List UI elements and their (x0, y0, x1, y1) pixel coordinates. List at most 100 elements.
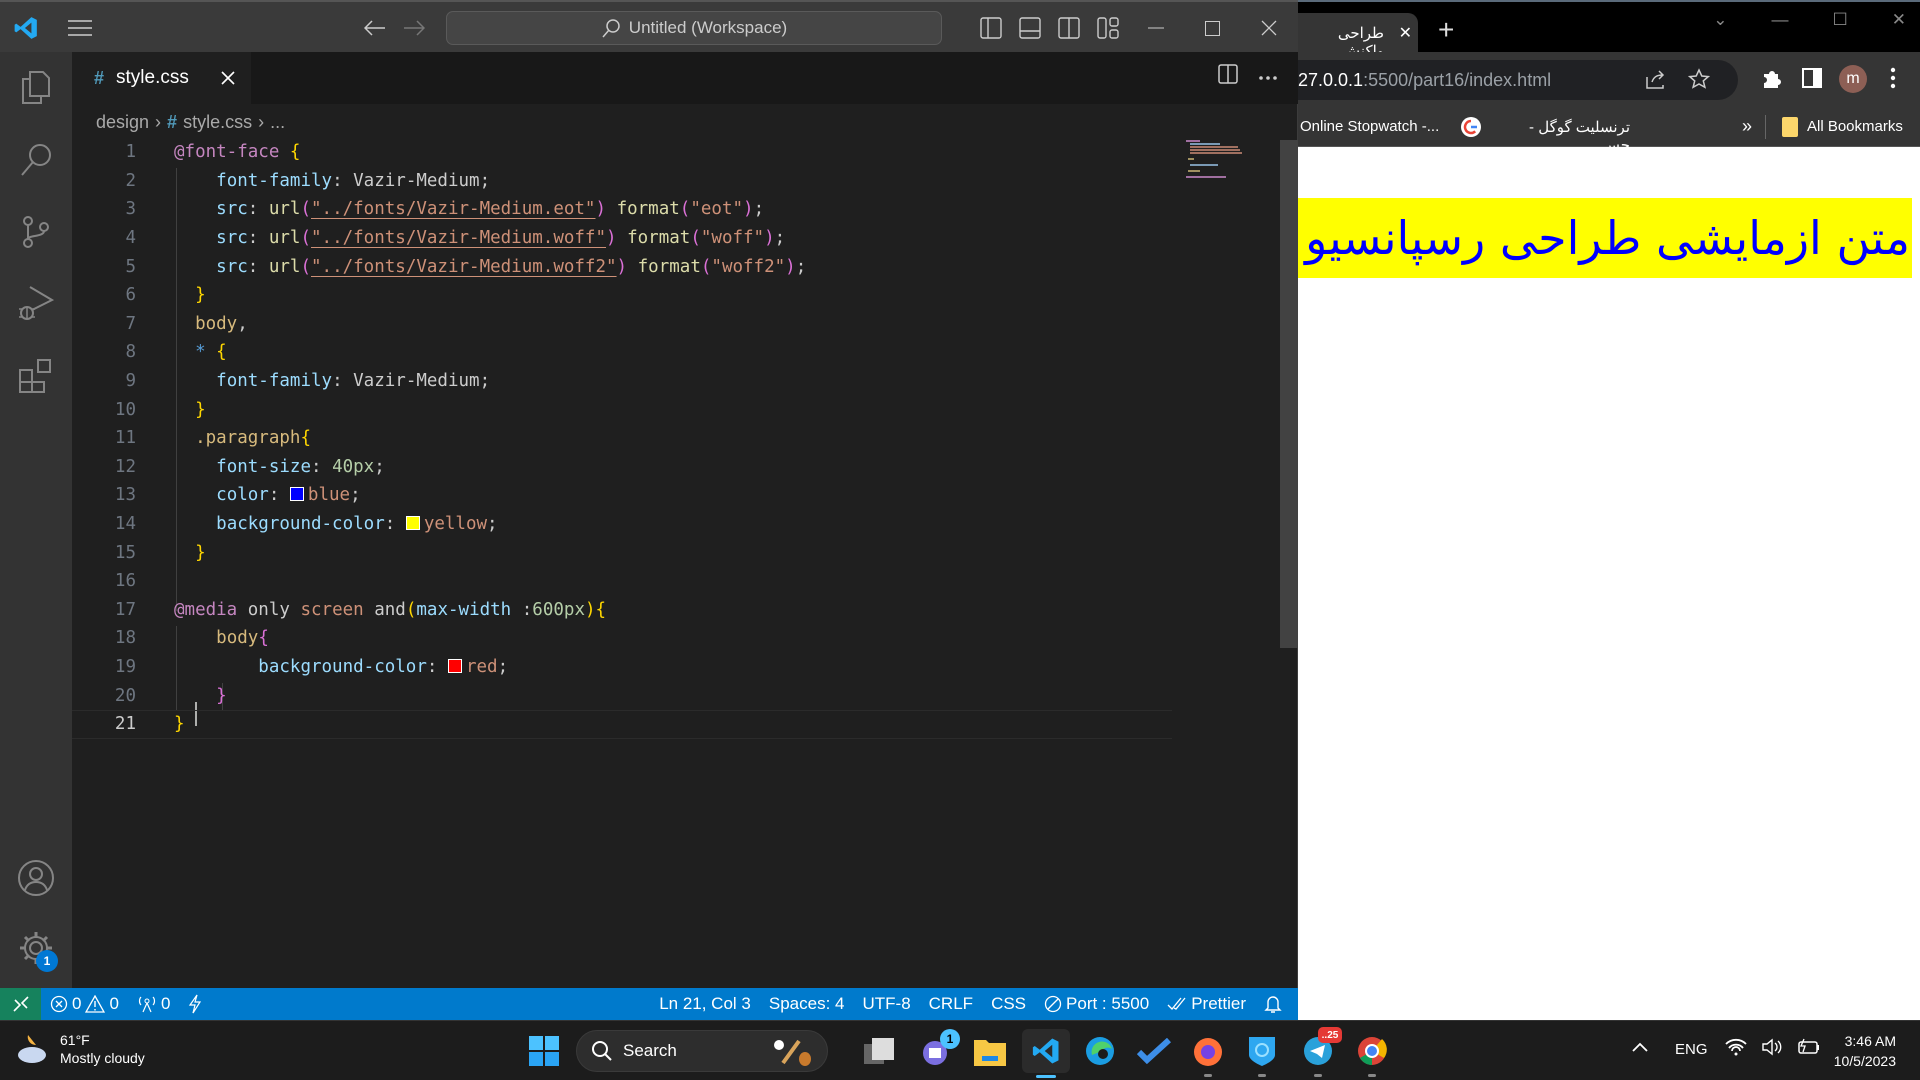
extensions-puzzle-icon[interactable] (1760, 68, 1782, 95)
indentation[interactable]: Spaces: 4 (760, 988, 854, 1020)
profile-avatar[interactable]: m (1839, 65, 1867, 93)
color-swatch[interactable] (289, 487, 304, 502)
code-line[interactable]: 5 src: url("../fonts/Vazir-Medium.woff2"… (72, 252, 1172, 281)
code-line[interactable]: 14 background-color: yellow; (72, 510, 1172, 539)
code-line[interactable]: 10 } (72, 395, 1172, 424)
code-line[interactable]: 6 } (72, 281, 1172, 310)
minimap[interactable] (1186, 140, 1256, 190)
code-line[interactable]: 21} (72, 710, 1172, 739)
bookmarks-overflow[interactable]: » (1742, 116, 1752, 137)
code-line[interactable]: 19 background-color: red; (72, 653, 1172, 682)
code-line[interactable]: 17 @media only screen and(max-width :600p… (72, 596, 1172, 625)
edge-icon[interactable] (1078, 1029, 1122, 1073)
customize-layout-icon[interactable] (1094, 14, 1122, 42)
todo-icon[interactable] (1132, 1029, 1176, 1073)
maximize-icon[interactable] (1198, 14, 1226, 42)
address-bar[interactable]: 27.0.0.1:5500/part16/index.html (1298, 60, 1738, 100)
code-line[interactable]: 2 font-family: Vazir-Medium; (72, 167, 1172, 196)
ports-indicator[interactable]: 0 (128, 988, 179, 1020)
task-view-icon[interactable] (858, 1029, 902, 1073)
color-swatch[interactable] (447, 659, 462, 674)
browser-tab[interactable]: طراحی واکنش ✕ (1298, 13, 1418, 60)
system-tray[interactable] (1725, 1038, 1821, 1056)
nav-back-icon[interactable] (361, 14, 389, 42)
close-window-icon[interactable] (1255, 14, 1283, 42)
remote-indicator[interactable] (0, 988, 41, 1020)
notifications-bell-icon[interactable] (1255, 988, 1298, 1020)
maximize-icon[interactable]: ☐ (1833, 10, 1848, 30)
live-server-status[interactable]: Port : 5500 (1035, 988, 1158, 1020)
firefox-icon[interactable] (1186, 1029, 1230, 1077)
bookmark-online-stopwatch[interactable]: Online Stopwatch -... (1300, 118, 1439, 135)
editor-scrollbar[interactable] (1280, 140, 1298, 648)
nav-forward-icon[interactable] (400, 14, 428, 42)
code-line[interactable]: 20 } (72, 681, 1172, 710)
explorer-icon[interactable] (14, 66, 58, 110)
code-line[interactable]: 4 src: url("../fonts/Vazir-Medium.woff")… (72, 224, 1172, 253)
code-line[interactable]: 18 body{ (72, 624, 1172, 653)
vscode-taskbar-icon[interactable] (1022, 1029, 1070, 1078)
live-share-indicator[interactable] (179, 988, 211, 1020)
manage-gear-icon[interactable]: 1 (14, 926, 58, 972)
language-indicator[interactable]: ENG (1675, 1041, 1708, 1058)
toggle-secondary-sidebar-icon[interactable] (1055, 14, 1083, 42)
breadcrumb-file[interactable]: style.css (183, 112, 252, 133)
telegram-icon[interactable]: ..25 (1296, 1027, 1342, 1077)
color-swatch[interactable] (405, 516, 420, 531)
tab-search-icon[interactable]: ⌄ (1713, 10, 1727, 30)
code-line[interactable]: 1 @font-face { (72, 138, 1172, 167)
running-indicator (1258, 1074, 1266, 1077)
more-actions-icon[interactable] (1258, 68, 1278, 86)
close-tab-icon[interactable]: ✕ (1399, 23, 1412, 43)
menu-icon[interactable] (66, 14, 94, 42)
teams-chat-icon[interactable]: 1 (914, 1029, 960, 1073)
minimize-icon[interactable] (1142, 14, 1170, 42)
extensions-icon[interactable] (14, 354, 58, 398)
toggle-primary-sidebar-icon[interactable] (977, 14, 1005, 42)
code-line[interactable]: 11 .paragraph{ (72, 424, 1172, 453)
split-editor-icon[interactable] (1218, 64, 1238, 89)
tab-style-css[interactable]: # style.css (72, 52, 251, 104)
breadcrumb-symbols[interactable]: ... (270, 112, 285, 133)
code-line[interactable]: 9 font-family: Vazir-Medium; (72, 367, 1172, 396)
code-editor[interactable]: 1 @font-face {2 font-family: Vazir-Medium… (72, 138, 1192, 988)
source-control-icon[interactable] (14, 210, 58, 254)
hotspot-shield-icon[interactable] (1240, 1029, 1284, 1077)
chrome-menu-icon[interactable] (1890, 66, 1896, 95)
breadcrumb-folder[interactable]: design (96, 112, 149, 133)
prettier-status[interactable]: Prettier (1158, 988, 1255, 1020)
code-line[interactable]: 8 * { (72, 338, 1172, 367)
share-icon[interactable] (1644, 68, 1666, 95)
close-tab-icon[interactable] (215, 65, 241, 91)
code-line[interactable]: 7 body, (72, 310, 1172, 339)
clock[interactable]: 3:46 AM 10/5/2023 (1820, 1031, 1896, 1071)
code-line[interactable]: 16 (72, 567, 1172, 596)
file-explorer-icon[interactable] (968, 1029, 1012, 1073)
accounts-icon[interactable] (14, 856, 58, 900)
taskbar-search[interactable]: Search (576, 1030, 828, 1072)
chrome-icon[interactable] (1350, 1029, 1394, 1077)
close-window-icon[interactable]: ✕ (1892, 10, 1906, 30)
code-line[interactable]: 15 } (72, 538, 1172, 567)
run-debug-icon[interactable] (14, 282, 58, 326)
minimize-icon[interactable]: — (1772, 10, 1789, 30)
command-center[interactable]: Untitled (Workspace) (446, 11, 942, 45)
start-windows-icon[interactable] (522, 1029, 566, 1073)
search-icon[interactable] (14, 138, 58, 182)
all-bookmarks[interactable]: All Bookmarks (1807, 118, 1903, 135)
show-hidden-icons-chevron-icon[interactable] (1632, 1039, 1648, 1057)
cursor-position[interactable]: Ln 21, Col 3 (650, 988, 760, 1020)
bookmark-star-icon[interactable] (1687, 68, 1711, 95)
new-tab-button[interactable]: + (1438, 16, 1454, 44)
code-line[interactable]: 3 src: url("../fonts/Vazir-Medium.eot") … (72, 195, 1172, 224)
code-line[interactable]: 12 font-size: 40px; (72, 453, 1172, 482)
toggle-panel-icon[interactable] (1016, 14, 1044, 42)
language-mode[interactable]: CSS (982, 988, 1035, 1020)
end-of-line[interactable]: CRLF (920, 988, 982, 1020)
weather-widget[interactable]: 61°F Mostly cloudy (14, 1031, 145, 1067)
code-line[interactable]: 13 color: blue; (72, 481, 1172, 510)
problems-indicator[interactable]: 0 0 (41, 988, 128, 1020)
side-panel-icon[interactable] (1802, 68, 1822, 93)
encoding[interactable]: UTF-8 (853, 988, 919, 1020)
code-token: only (247, 599, 290, 620)
